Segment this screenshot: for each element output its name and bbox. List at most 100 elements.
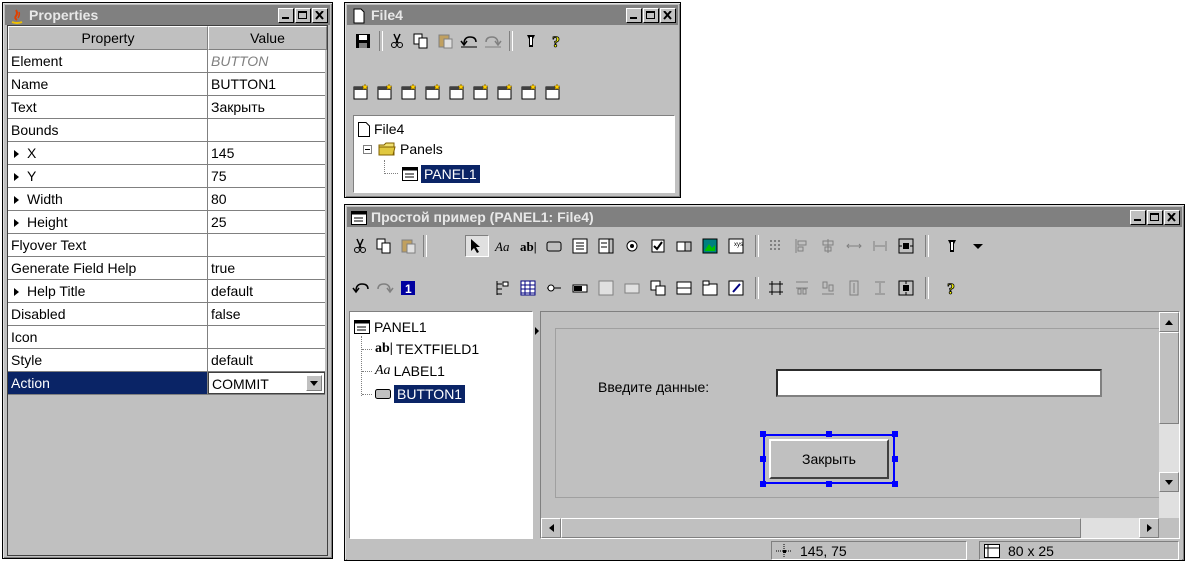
resize-grip[interactable] [826,431,832,437]
align-left-button[interactable] [791,235,815,257]
tree-item-panel1[interactable]: PANEL1 [354,318,427,336]
property-row[interactable]: X 145 [8,142,325,165]
new-menu-button[interactable] [373,81,397,103]
vertical-scrollbar[interactable] [1159,312,1179,518]
property-value[interactable] [208,234,325,256]
same-width-button[interactable] [843,235,867,257]
radio-tool-button[interactable] [621,235,645,257]
property-value[interactable]: Закрыть [208,96,325,118]
property-row[interactable]: Bounds [8,119,325,142]
tree-item-panel1[interactable]: PANEL1 [402,164,480,183]
image-tool-button[interactable] [699,235,723,257]
maximize-button[interactable] [1147,210,1163,225]
property-value[interactable]: true [208,257,325,279]
help-button[interactable]: ? [941,277,965,299]
new-wizard-button[interactable] [445,81,469,103]
table-tool-button[interactable] [517,277,541,299]
property-value[interactable]: 75 [208,165,325,187]
expand-arrow-icon[interactable] [11,195,23,205]
scroll-right-button[interactable] [1139,518,1159,538]
center-v-button[interactable] [895,277,919,299]
expand-arrow-icon[interactable] [11,287,23,297]
property-row[interactable]: Name BUTTON1 [8,73,325,96]
property-row[interactable]: Y 75 [8,165,325,188]
dropdown-button[interactable] [306,375,322,391]
panel-tool-button[interactable] [673,277,697,299]
property-value[interactable]: BUTTON1 [208,73,325,95]
fit-layout-button[interactable] [765,277,789,299]
close-button[interactable] [312,8,328,23]
maximize-button[interactable] [643,8,659,23]
tree-item-button1[interactable]: BUTTON1 [362,384,466,404]
property-row[interactable]: Element BUTTON [8,50,325,73]
expand-arrow-icon[interactable] [11,218,23,228]
form-button[interactable]: Закрыть [769,439,889,479]
tree-expander[interactable] [363,145,372,154]
tabbed-tool-button[interactable] [699,277,723,299]
file-titlebar[interactable]: File4 [347,5,678,25]
panel-titlebar[interactable]: Простой пример (PANEL1: File4) [347,207,1182,227]
textfield-tool-button[interactable]: ab| [517,235,541,257]
center-h-button[interactable] [895,235,919,257]
property-column-header[interactable]: Property [8,26,208,50]
paste-button[interactable] [433,30,457,52]
undo-button[interactable] [349,277,373,299]
property-value[interactable]: false [208,303,325,325]
property-value[interactable] [208,119,325,141]
property-row[interactable]: Icon [8,326,325,349]
scroll-up-button[interactable] [1159,312,1179,332]
textarea-tool-button[interactable] [595,277,619,299]
copy-button[interactable] [373,235,397,257]
property-row[interactable]: Help Title default [8,280,325,303]
property-value[interactable]: 80 [208,188,325,210]
property-row[interactable]: Width 80 [8,188,325,211]
property-row[interactable]: Style default [8,349,325,372]
chart-tool-button[interactable]: xys [725,235,749,257]
property-value[interactable] [208,326,325,348]
resize-grip[interactable] [760,481,766,487]
undo-button[interactable] [457,30,481,52]
resize-grip[interactable] [760,431,766,437]
scroll-thumb[interactable] [1159,332,1179,424]
minimize-button[interactable] [1130,210,1146,225]
h-space-button[interactable] [869,235,893,257]
property-row[interactable]: Flyover Text [8,234,325,257]
property-row[interactable]: Height 25 [8,211,325,234]
more-button[interactable] [967,235,991,257]
new-help-button[interactable] [493,81,517,103]
tree-tool-button[interactable] [491,277,515,299]
tree-item-label1[interactable]: Aa LABEL1 [362,362,445,380]
horizontal-scrollbar[interactable] [541,518,1159,538]
property-value[interactable]: 145 [208,142,325,164]
checkbox-tool-button[interactable] [647,235,671,257]
close-button[interactable] [660,8,676,23]
properties-titlebar[interactable]: Properties [5,5,330,25]
property-row[interactable]: Action COMMIT [8,372,325,395]
select-tool-button[interactable] [465,235,489,257]
resize-grip[interactable] [760,456,766,462]
resize-grip[interactable] [892,481,898,487]
minimize-button[interactable] [626,8,642,23]
copy-button[interactable] [409,30,433,52]
cut-button[interactable] [385,30,409,52]
save-button[interactable] [351,30,375,52]
properties-button[interactable] [519,30,543,52]
maximize-button[interactable] [295,8,311,23]
help-button[interactable]: ? [545,30,569,52]
tree-item-panels[interactable]: Panels [378,140,443,158]
grid-layout-button[interactable] [765,235,789,257]
combobox-tool-button[interactable] [673,235,697,257]
group-tool-button[interactable] [647,277,671,299]
tree-item-file4[interactable]: File4 [358,120,404,138]
v-align-button[interactable] [791,277,815,299]
design-panel[interactable]: Введите данные: Закрыть [555,328,1161,498]
new-panel-button[interactable] [349,81,373,103]
action-select[interactable]: COMMIT [208,372,325,394]
properties-button[interactable] [941,235,965,257]
label-tool-button[interactable]: Aa [491,235,515,257]
form-tool-button[interactable] [569,235,593,257]
close-button[interactable] [1164,210,1180,225]
progress-tool-button[interactable] [569,277,593,299]
button-tool-button[interactable] [543,235,567,257]
redo-button[interactable] [481,30,505,52]
